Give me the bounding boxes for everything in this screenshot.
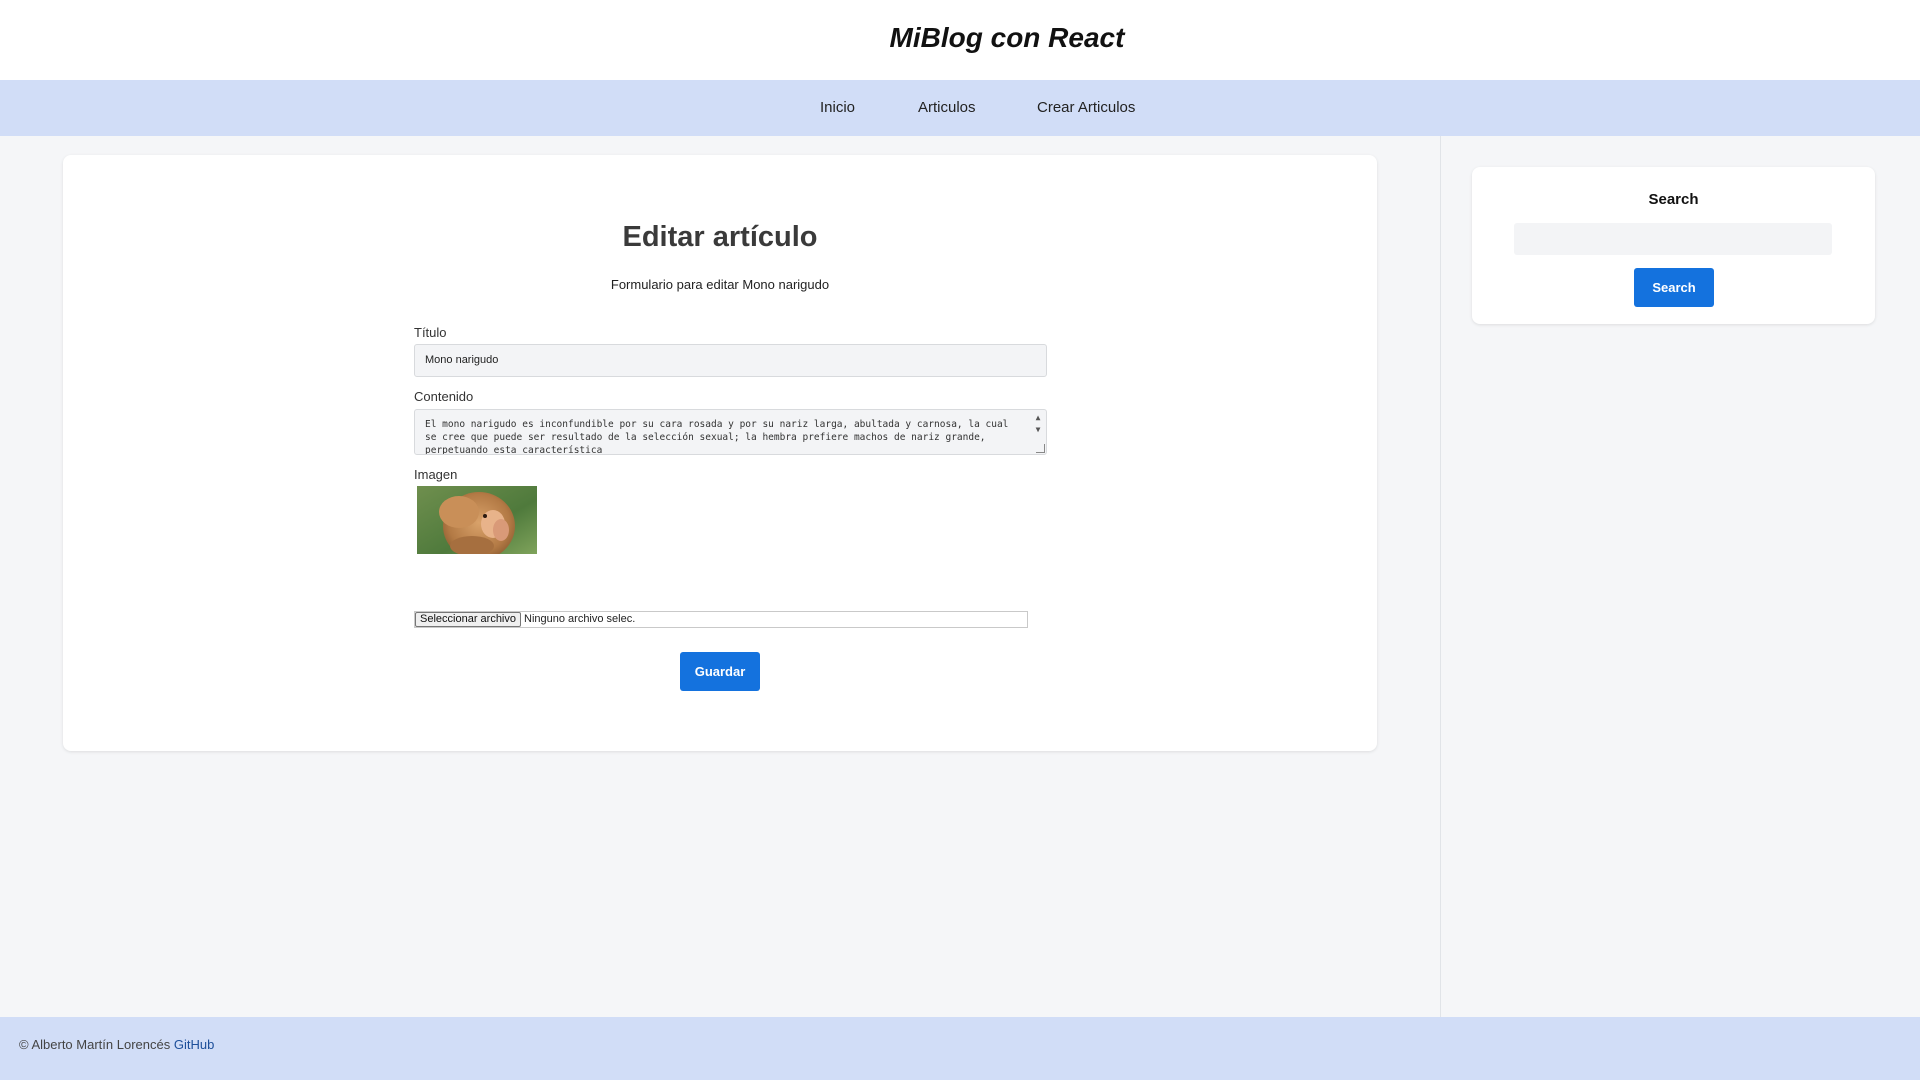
scroll-down-icon[interactable]: ▼ (1032, 424, 1044, 436)
edit-article-card: Editar artículo Formulario para editar M… (63, 155, 1377, 751)
sidebar-divider (1440, 136, 1441, 1017)
search-widget: Search Search (1472, 167, 1875, 324)
article-image-thumbnail (417, 486, 537, 554)
search-button[interactable]: Search (1634, 268, 1714, 307)
image-label: Imagen (414, 467, 458, 482)
search-input[interactable] (1514, 223, 1832, 255)
form-subtitle: Formulario para editar Mono narigudo (610, 277, 830, 292)
file-status-text: Ninguno archivo selec. (524, 613, 636, 625)
search-title: Search (1648, 191, 1699, 208)
nav-item-articulos[interactable]: Articulos (918, 99, 976, 116)
scroll-up-icon[interactable]: ▲ (1032, 412, 1044, 424)
nav-item-inicio[interactable]: Inicio (820, 99, 855, 116)
title-label: Título (414, 325, 447, 340)
nav-item-crear-articulos[interactable]: Crear Articulos (1037, 99, 1135, 116)
content-text: El mono narigudo es inconfundible por su… (425, 419, 1009, 455)
site-header: MiBlog con React (0, 0, 1920, 80)
monkey-image (417, 486, 537, 554)
site-title: MiBlog con React (889, 22, 1125, 53)
page-title: Editar artículo (622, 221, 818, 253)
content-textarea[interactable]: El mono narigudo es inconfundible por su… (414, 409, 1047, 455)
title-input[interactable]: Mono narigudo (414, 344, 1047, 377)
site-footer: © Alberto Martín Lorencés GitHub (0, 1017, 1920, 1080)
content-label: Contenido (414, 389, 474, 404)
save-button[interactable]: Guardar (680, 652, 760, 691)
select-file-button[interactable]: Seleccionar archivo (415, 612, 521, 627)
main-nav: Inicio Articulos Crear Articulos (0, 80, 1920, 136)
resize-grip-icon[interactable] (1036, 444, 1045, 453)
footer-text: © Alberto Martín Lorencés GitHub (19, 1037, 214, 1052)
image-file-input[interactable]: Seleccionar archivo Ninguno archivo selec… (414, 611, 1028, 628)
github-link[interactable]: GitHub (174, 1037, 214, 1052)
footer-copyright: © Alberto Martín Lorencés (19, 1037, 171, 1052)
